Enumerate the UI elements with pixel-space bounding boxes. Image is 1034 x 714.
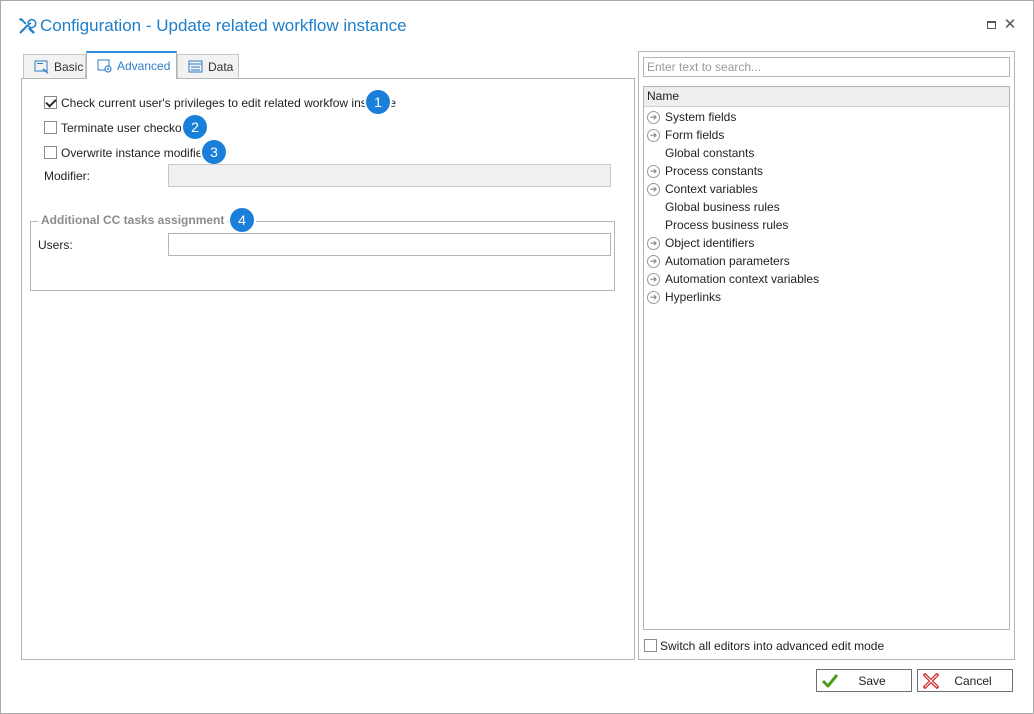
tree-item-automation-context-variables[interactable]: ➜ Automation context variables	[647, 270, 997, 288]
tree-item-label: Process constants	[665, 164, 764, 178]
tree-item-global-constants[interactable]: Global constants	[647, 144, 997, 162]
terminate-checkout-label[interactable]: Terminate user checkout	[61, 121, 192, 135]
window-title: Configuration - Update related workflow …	[40, 16, 407, 35]
close-button[interactable]: ✕	[1003, 16, 1017, 33]
cancel-button[interactable]: Cancel	[917, 669, 1013, 692]
tab-advanced[interactable]: Advanced	[86, 51, 177, 79]
terminate-checkout-checkbox[interactable]	[44, 121, 57, 134]
expand-arrow-icon[interactable]: ➜	[647, 272, 660, 286]
tree-item-label: Global constants	[665, 146, 755, 160]
tree-item-label: Automation parameters	[665, 254, 790, 268]
tab-basic-label: Basic	[54, 59, 84, 74]
expand-arrow-icon[interactable]: ➜	[647, 110, 660, 124]
data-tab-icon	[188, 60, 204, 74]
tab-data-label: Data	[208, 59, 234, 74]
advanced-edit-mode-label[interactable]: Switch all editors into advanced edit mo…	[660, 639, 884, 653]
callout-badge-3: 3	[202, 140, 226, 164]
modifier-input	[168, 164, 611, 187]
tree-item-object-identifiers[interactable]: ➜ Object identifiers	[647, 234, 997, 252]
modifier-label: Modifier:	[44, 169, 91, 183]
tree-item-label: Form fields	[665, 128, 725, 142]
configuration-dialog: Configuration - Update related workflow …	[0, 0, 1034, 714]
tab-data[interactable]: Data	[177, 54, 239, 78]
callout-badge-2: 2	[183, 115, 207, 139]
expand-arrow-icon[interactable]: ➜	[647, 164, 660, 178]
check-privileges-label[interactable]: Check current user's privileges to edit …	[61, 96, 396, 110]
cc-tasks-group	[30, 221, 615, 291]
tree-item-process-business-rules[interactable]: Process business rules	[647, 216, 997, 234]
tree-item-label: Hyperlinks	[665, 290, 722, 304]
tree-item-label: Process business rules	[665, 218, 789, 232]
expand-arrow-icon[interactable]: ➜	[647, 236, 660, 250]
tree-item-form-fields[interactable]: ➜ Form fields	[647, 126, 997, 144]
close-icon: ✕	[1003, 16, 1017, 33]
title-bar: Configuration - Update related workflow …	[1, 1, 1033, 47]
expand-arrow-icon[interactable]: ➜	[647, 254, 660, 268]
users-input[interactable]	[168, 233, 611, 256]
save-button-label: Save	[858, 673, 886, 688]
tree-item-hyperlinks[interactable]: ➜ Hyperlinks	[647, 288, 997, 306]
basic-tab-icon	[34, 60, 50, 74]
tree-item-process-constants[interactable]: ➜ Process constants	[647, 162, 997, 180]
maximize-button[interactable]	[984, 18, 998, 32]
search-input[interactable]	[643, 57, 1010, 77]
tree-item-label: Automation context variables	[665, 272, 820, 286]
tree-item-label: Context variables	[665, 182, 758, 196]
cancel-button-label: Cancel	[954, 673, 992, 688]
expand-arrow-icon[interactable]: ➜	[647, 128, 660, 142]
tree-item-system-fields[interactable]: ➜ System fields	[647, 108, 997, 126]
check-privileges-checkbox[interactable]	[44, 96, 57, 109]
advanced-tab-icon	[97, 59, 113, 73]
overwrite-modifier-checkbox[interactable]	[44, 146, 57, 159]
tree-item-label: System fields	[665, 110, 737, 124]
callout-badge-1: 1	[366, 90, 390, 114]
tree-item-label: Global business rules	[665, 200, 780, 214]
maximize-icon	[986, 21, 996, 29]
tree-item-global-business-rules[interactable]: Global business rules	[647, 198, 997, 216]
users-label: Users:	[38, 238, 73, 252]
tab-basic[interactable]: Basic	[23, 54, 86, 78]
advanced-edit-mode-checkbox[interactable]	[644, 639, 657, 652]
tab-advanced-label: Advanced	[117, 59, 171, 73]
cc-tasks-group-title: Additional CC tasks assignment	[38, 213, 228, 227]
tree-item-context-variables[interactable]: ➜ Context variables	[647, 180, 997, 198]
tree-item-automation-parameters[interactable]: ➜ Automation parameters	[647, 252, 997, 270]
name-column-header[interactable]: Name	[644, 87, 1009, 107]
overwrite-modifier-label[interactable]: Overwrite instance modifier	[61, 146, 206, 160]
save-button[interactable]: Save	[816, 669, 912, 692]
callout-badge-4: 4	[230, 208, 254, 232]
expand-arrow-icon[interactable]: ➜	[647, 290, 660, 304]
expand-arrow-icon[interactable]: ➜	[647, 182, 660, 196]
tree-item-label: Object identifiers	[665, 236, 755, 250]
tools-icon	[17, 16, 37, 36]
